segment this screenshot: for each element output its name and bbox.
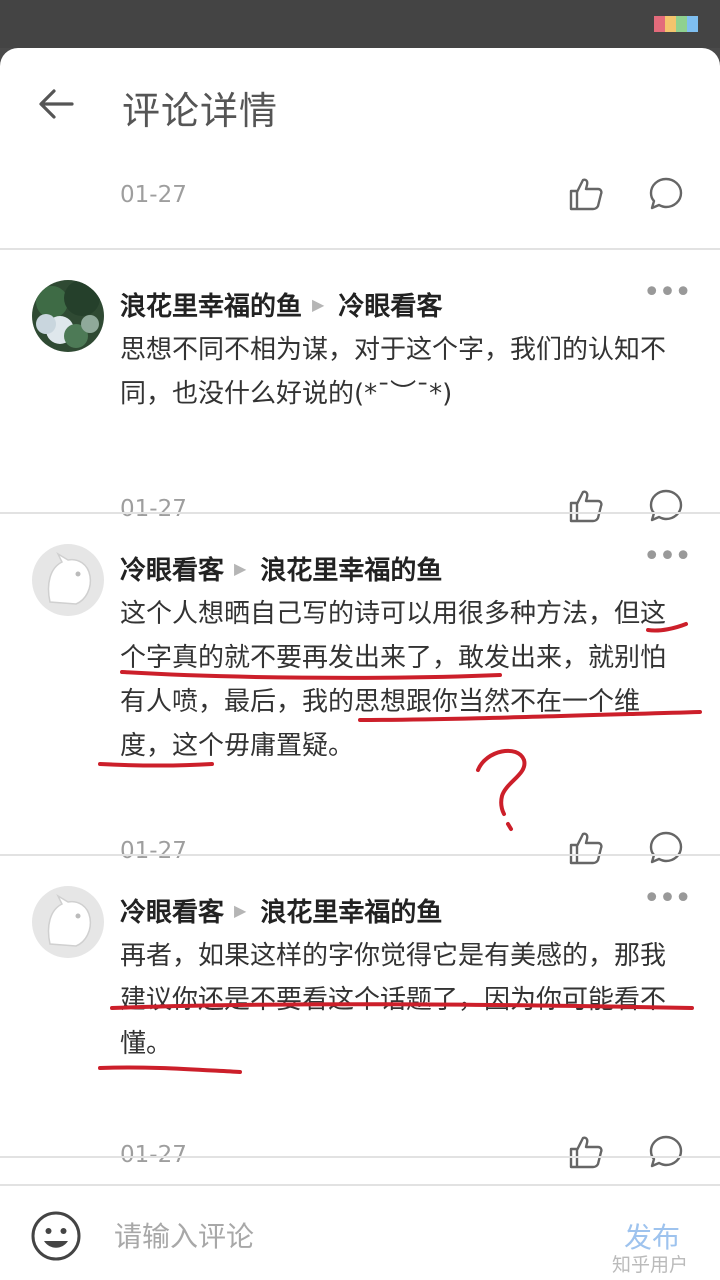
avatar[interactable] [32, 280, 104, 352]
reply-to-name[interactable]: 浪花里幸福的鱼 [260, 892, 442, 929]
parent-comment-footer: 01-27 [0, 158, 720, 248]
divider [0, 1156, 720, 1158]
like-icon[interactable] [568, 1134, 604, 1170]
comment-item: 冷眼看客 ▶ 浪花里幸福的鱼 ••• 这个人想晒自己写的诗可以用很多种方法，但这… [0, 514, 720, 865]
author-name[interactable]: 冷眼看客 [120, 550, 224, 587]
more-icon[interactable]: ••• [643, 884, 692, 914]
comment-input-bar: 发布 知乎用户 [0, 1184, 720, 1280]
emoji-icon[interactable] [30, 1210, 82, 1262]
avatar[interactable] [32, 544, 104, 616]
avatar[interactable] [32, 886, 104, 958]
comment-input[interactable] [112, 1210, 576, 1262]
header: 评论详情 [0, 48, 720, 158]
author-name[interactable]: 浪花里幸福的鱼 [120, 286, 302, 323]
reply-arrow-icon: ▶ [234, 901, 247, 920]
author-name[interactable]: 冷眼看客 [120, 892, 224, 929]
back-arrow-icon[interactable] [36, 84, 76, 124]
reply-to-name[interactable]: 冷眼看客 [338, 286, 442, 323]
reply-icon[interactable] [648, 176, 684, 212]
status-icons [654, 16, 698, 32]
comment-detail-sheet: 评论详情 01-27 浪花里幸福的鱼 ▶ 冷眼看客 ••• 思想不同不相为谋，对… [0, 48, 720, 1280]
comment-text: 这个人想晒自己写的诗可以用很多种方法，但这个字真的就不要再发出来了，敢发出来，就… [120, 599, 667, 761]
comment-date: 01-27 [120, 1142, 187, 1168]
more-icon[interactable]: ••• [643, 542, 692, 572]
comment-text: 再者，如果这样的字你觉得它是有美感的，那我建议你还是不要看这个话题了，因为你可能… [120, 941, 667, 1059]
reply-to-name[interactable]: 浪花里幸福的鱼 [260, 550, 442, 587]
watermark: 知乎用户 [612, 1254, 689, 1276]
comment-item: 冷眼看客 ▶ 浪花里幸福的鱼 ••• 再者，如果这样的字你觉得它是有美感的，那我… [0, 856, 720, 1169]
like-icon[interactable] [568, 176, 604, 212]
page-title: 评论详情 [122, 89, 279, 133]
comment-names: 冷眼看客 ▶ 浪花里幸福的鱼 [120, 550, 442, 587]
comment-date: 01-27 [120, 182, 187, 208]
more-icon[interactable]: ••• [643, 278, 692, 308]
comment-item: 浪花里幸福的鱼 ▶ 冷眼看客 ••• 思想不同不相为谋，对于这个字，我们的认知不… [0, 250, 720, 523]
comment-names: 浪花里幸福的鱼 ▶ 冷眼看客 [120, 286, 442, 323]
reply-arrow-icon: ▶ [312, 295, 325, 314]
reply-arrow-icon: ▶ [234, 559, 247, 578]
reply-icon[interactable] [648, 1134, 684, 1170]
comment-text: 思想不同不相为谋，对于这个字，我们的认知不同，也没什么好说的(*¯︶¯*) [120, 335, 667, 409]
status-bar [0, 0, 720, 48]
comment-names: 冷眼看客 ▶ 浪花里幸福的鱼 [120, 892, 442, 929]
